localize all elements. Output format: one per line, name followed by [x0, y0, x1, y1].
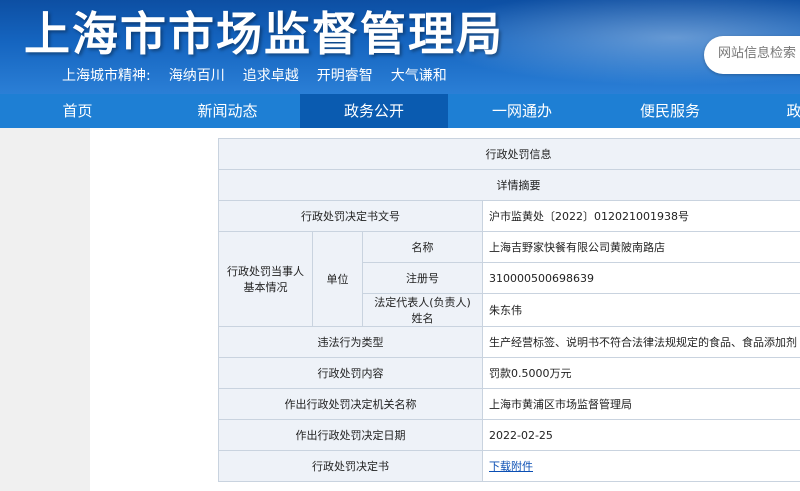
city-spirit-item: 大气谦和 — [390, 68, 447, 84]
nav-item-news[interactable]: 新闻动态 — [155, 94, 300, 128]
city-spirit-item: 开明睿智 — [316, 68, 373, 84]
decision-date-value: 2022-02-25 — [482, 419, 800, 451]
penalty-detail-table: 行政处罚信息 详情摘要 行政处罚决定书文号 沪市监黄处〔2022〕0120210… — [218, 138, 800, 482]
city-spirit-item: 海纳百川 — [168, 68, 225, 84]
registration-value: 310000500698639 — [482, 262, 800, 294]
site-header: 上海市市场监督管理局 上海城市精神: 海纳百川 追求卓越 开明睿智 大气谦和 — [0, 0, 800, 94]
representative-value: 朱东伟 — [482, 293, 800, 327]
unit-label: 单位 — [312, 231, 363, 327]
city-spirit-item: 追求卓越 — [242, 68, 299, 84]
decision-document-cell: 下载附件 — [482, 450, 800, 482]
main-nav: 首页 新闻动态 政务公开 一网通办 便民服务 政 — [0, 94, 800, 128]
table-title: 行政处罚信息 — [218, 138, 800, 170]
table-subtitle: 详情摘要 — [218, 169, 800, 201]
party-info-label: 行政处罚当事人基本情况 — [218, 231, 313, 327]
nav-item-one-net-service[interactable]: 一网通办 — [448, 94, 596, 128]
decision-document-label: 行政处罚决定书 — [218, 450, 483, 482]
authority-value: 上海市黄浦区市场监督管理局 — [482, 388, 800, 420]
download-attachment-link[interactable]: 下载附件 — [489, 460, 533, 473]
city-spirit: 上海城市精神: 海纳百川 追求卓越 开明睿智 大气谦和 — [62, 65, 465, 85]
nav-item-government-affairs[interactable]: 政务公开 — [300, 94, 448, 128]
name-label: 名称 — [362, 231, 483, 263]
penalty-content-value: 罚款0.5000万元 — [482, 357, 800, 389]
site-title[interactable]: 上海市市场监督管理局 — [24, 0, 504, 64]
decision-date-label: 作出行政处罚决定日期 — [218, 419, 483, 451]
penalty-content-label: 行政处罚内容 — [218, 357, 483, 389]
name-value: 上海吉野家快餐有限公司黄陂南路店 — [482, 231, 800, 263]
authority-label: 作出行政处罚决定机关名称 — [218, 388, 483, 420]
nav-item-more[interactable]: 政 — [744, 94, 800, 128]
city-spirit-label: 上海城市精神: — [62, 68, 151, 84]
violation-type-value: 生产经营标签、说明书不符合法律法规规定的食品、食品添加剂 — [482, 326, 800, 358]
violation-type-label: 违法行为类型 — [218, 326, 483, 358]
nav-item-public-service[interactable]: 便民服务 — [596, 94, 744, 128]
registration-label: 注册号 — [362, 262, 483, 294]
representative-label: 法定代表人(负责人)姓名 — [362, 293, 483, 327]
search-input[interactable] — [718, 46, 800, 61]
nav-item-home[interactable]: 首页 — [0, 94, 155, 128]
decision-number-value: 沪市监黄处〔2022〕012021001938号 — [482, 200, 800, 232]
search-box[interactable] — [704, 36, 800, 74]
decision-number-label: 行政处罚决定书文号 — [218, 200, 483, 232]
